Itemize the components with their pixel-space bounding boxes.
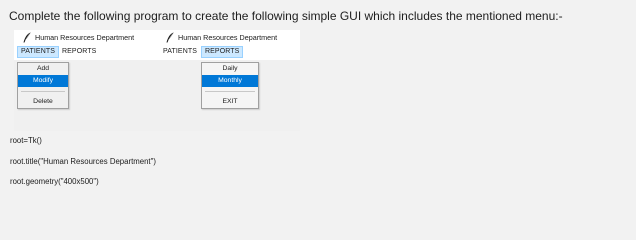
menu-item-daily[interactable]: Daily xyxy=(202,63,258,75)
tk-feather-icon xyxy=(166,32,174,43)
menu-item-add[interactable]: Add xyxy=(18,63,68,75)
menu-separator xyxy=(202,87,258,96)
code-line: root=Tk() xyxy=(10,136,42,145)
code-line: root.geometry("400x500") xyxy=(10,177,99,186)
window-title: Human Resources Department xyxy=(35,33,135,42)
menu-item-modify[interactable]: Modify xyxy=(18,75,68,87)
menu-patients[interactable]: PATIENTS xyxy=(160,46,200,58)
window-titlebar: Human Resources Department xyxy=(157,30,300,45)
menubar: PATIENTS REPORTS xyxy=(157,45,300,61)
menubar: PATIENTS REPORTS xyxy=(14,45,157,61)
screenshot-window-patients: Human Resources Department PATIENTS REPO… xyxy=(14,30,157,131)
menu-reports[interactable]: REPORTS xyxy=(59,46,99,58)
menu-item-exit[interactable]: EXIT xyxy=(202,96,258,108)
screenshot-window-reports: Human Resources Department PATIENTS REPO… xyxy=(157,30,300,131)
patients-dropdown: Add Modify Delete xyxy=(17,62,69,109)
tk-feather-icon xyxy=(23,32,31,43)
menu-reports[interactable]: REPORTS xyxy=(201,46,244,58)
code-line: root.title("Human Resources Department") xyxy=(10,157,156,166)
menu-item-monthly[interactable]: Monthly xyxy=(202,75,258,87)
menu-patients[interactable]: PATIENTS xyxy=(17,46,59,58)
window-titlebar: Human Resources Department xyxy=(14,30,157,45)
reports-dropdown: Daily Monthly EXIT xyxy=(201,62,259,109)
menu-item-delete[interactable]: Delete xyxy=(18,96,68,108)
question-text: Complete the following program to create… xyxy=(9,9,563,23)
window-title: Human Resources Department xyxy=(178,33,278,42)
menu-separator xyxy=(18,87,68,96)
